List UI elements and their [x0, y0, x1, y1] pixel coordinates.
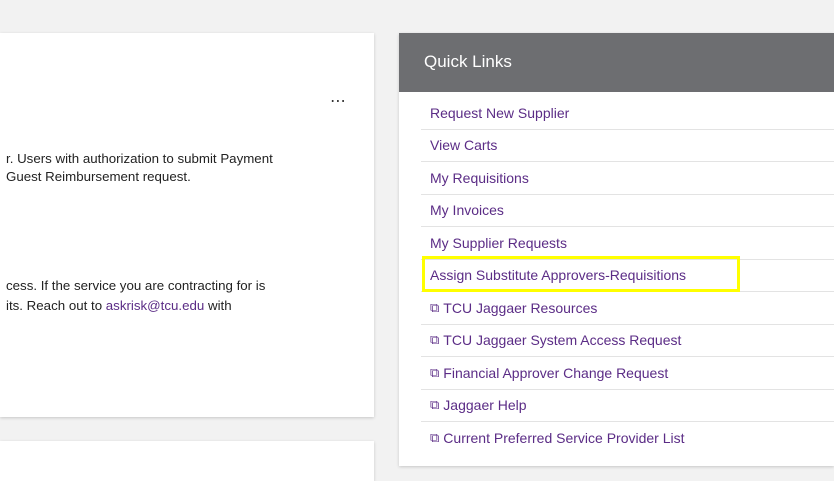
- external-link-icon: ⧉: [430, 299, 440, 315]
- quick-link-item[interactable]: View Carts: [421, 130, 834, 162]
- quick-link-label: Financial Approver Change Request: [443, 364, 669, 381]
- external-link-icon: ⧉: [430, 430, 440, 446]
- quick-link-label: TCU Jaggaer Resources: [443, 299, 598, 316]
- announcement-card: ⋯: [0, 33, 374, 417]
- announcement-text-suffix: with: [204, 298, 232, 313]
- secondary-card: [0, 441, 374, 481]
- external-link-icon: ⧉: [430, 397, 440, 413]
- announcement-text-1-line-1: r. Users with authorization to submit Pa…: [6, 151, 273, 166]
- external-link-icon: ⧉: [430, 364, 440, 380]
- quick-link-item[interactable]: Request New Supplier: [421, 97, 834, 130]
- quick-link-label: Jaggaer Help: [443, 397, 527, 414]
- announcement-text-1-line-2: Guest Reimbursement request.: [6, 169, 191, 184]
- quick-link-label: TCU Jaggaer System Access Request: [443, 332, 682, 349]
- announcement-text-prefix: its. Reach out to: [6, 298, 106, 313]
- quick-link-item[interactable]: ⧉ Current Preferred Service Provider List: [421, 422, 834, 455]
- more-options-icon[interactable]: ⋯: [330, 91, 348, 111]
- announcement-text-2-line-2: its. Reach out to askrisk@tcu.edu with: [6, 297, 232, 315]
- quick-link-item[interactable]: ⧉ Financial Approver Change Request: [421, 357, 834, 390]
- quick-link-label: My Invoices: [430, 202, 504, 219]
- quick-links-card: Quick Links Request New Supplier View Car…: [399, 33, 834, 466]
- quick-link-label: Request New Supplier: [430, 104, 570, 121]
- highlight-box: [422, 256, 740, 292]
- quick-link-item[interactable]: My Supplier Requests: [421, 227, 834, 260]
- external-link-icon: ⧉: [430, 332, 440, 348]
- quick-link-label: Current Preferred Service Provider List: [443, 430, 685, 447]
- quick-link-label: My Supplier Requests: [430, 234, 567, 251]
- askrisk-email-link[interactable]: askrisk@tcu.edu: [106, 298, 205, 313]
- quick-link-item[interactable]: ⧉ TCU Jaggaer System Access Request: [421, 325, 834, 357]
- quick-links-header: Quick Links: [399, 33, 834, 92]
- quick-link-item[interactable]: My Requisitions: [421, 162, 834, 195]
- quick-link-label: View Carts: [430, 137, 498, 154]
- quick-link-item[interactable]: ⧉ TCU Jaggaer Resources: [421, 292, 834, 325]
- quick-link-label: My Requisitions: [430, 169, 529, 186]
- quick-link-item[interactable]: ⧉ Jaggaer Help: [421, 390, 834, 422]
- quick-link-item[interactable]: My Invoices: [421, 195, 834, 227]
- announcement-text-2-line-1: cess. If the service you are contracting…: [6, 278, 266, 293]
- quick-links-title: Quick Links: [424, 52, 512, 71]
